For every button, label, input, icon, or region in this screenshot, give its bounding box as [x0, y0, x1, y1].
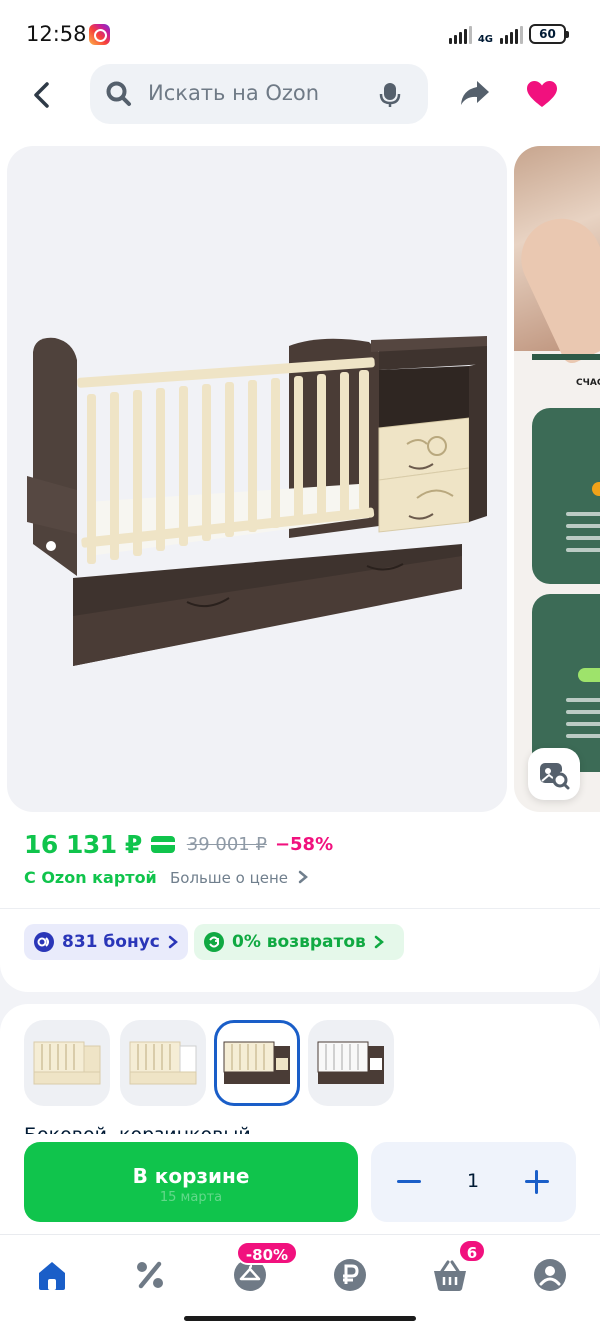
ozon-card-icon [150, 836, 175, 853]
crib-thumbnail [317, 1041, 384, 1084]
variant-thumb-1[interactable] [24, 1020, 110, 1106]
quantity-value: 1 [466, 1170, 480, 1192]
search-icon [106, 81, 131, 106]
ozon-card-label: С Ozon картой [24, 868, 157, 887]
slide-pill [592, 482, 600, 496]
top-bar: Искать на Ozon [0, 64, 600, 136]
price-with-card: 16 131 ₽ [24, 830, 142, 859]
slide-info-card [532, 408, 600, 584]
image-search-icon [540, 763, 570, 790]
slide-divider [532, 354, 600, 360]
crib-thumbnail [223, 1041, 290, 1084]
bonus-chip[interactable]: 831 бонус [24, 924, 188, 960]
chevron-right-icon [168, 935, 178, 949]
instagram-notification-icon [89, 24, 110, 45]
more-about-price-link[interactable]: Больше о цене [170, 869, 309, 887]
nav-finance[interactable] [330, 1255, 370, 1295]
discount-badge: −58% [274, 834, 334, 855]
status-bar: 12:58 4G 60 [0, 0, 600, 64]
nav-profile[interactable] [530, 1255, 570, 1295]
search-input[interactable]: Искать на Ozon [148, 81, 319, 105]
increase-quantity-button[interactable] [521, 1166, 553, 1198]
decrease-quantity-button[interactable] [393, 1166, 425, 1198]
quantity-stepper: 1 [371, 1142, 576, 1222]
nav-promotions[interactable] [130, 1255, 170, 1295]
slide-text-line [566, 722, 600, 726]
percent-icon [137, 1261, 163, 1289]
battery-icon: 60 [529, 24, 569, 44]
status-indicators: 4G 60 [448, 24, 569, 45]
nav-home[interactable] [32, 1255, 72, 1295]
gallery-slide-next[interactable]: СЧАС [514, 146, 600, 812]
crib-product-image [27, 336, 487, 666]
slide-caption: СЧАС [576, 378, 600, 388]
chevron-left-icon [34, 82, 49, 108]
slide-text-line [566, 698, 600, 702]
signal-icon-2 [500, 26, 523, 44]
crib-thumbnail [129, 1041, 197, 1085]
delivery-date: 15 марта [159, 1190, 223, 1205]
bonus-icon [34, 932, 54, 952]
in-cart-label: В корзине [132, 1164, 250, 1188]
returns-chip[interactable]: 0% возвратов [194, 924, 404, 960]
home-indicator[interactable] [184, 1316, 416, 1321]
variant-thumb-3-selected[interactable] [214, 1020, 300, 1106]
gallery-slide-main[interactable] [7, 146, 507, 812]
divider [0, 908, 600, 909]
chevron-right-icon [374, 935, 384, 949]
more-price-label: Больше о цене [170, 869, 289, 887]
ruble-icon [334, 1259, 366, 1291]
slide-text-line [566, 512, 600, 516]
signal-icon [448, 26, 472, 44]
profile-icon [534, 1259, 566, 1291]
price-block: 16 131 ₽ 39 001 ₽ −58% С Ozon картой Бол… [0, 824, 600, 992]
basket-icon [434, 1260, 466, 1291]
image-search-button[interactable] [528, 748, 580, 800]
old-price: 39 001 ₽ [186, 834, 267, 855]
slide-text-line [566, 734, 600, 738]
status-time: 12:58 [26, 22, 87, 46]
slide-info-card-2 [532, 594, 600, 772]
slide-text-line [566, 710, 600, 714]
heart-icon[interactable] [526, 80, 558, 109]
slide-text-line [566, 548, 600, 552]
crib-thumbnail [33, 1041, 101, 1085]
slide-text-line [566, 524, 600, 528]
share-icon[interactable] [458, 78, 492, 108]
price-row[interactable]: 16 131 ₽ 39 001 ₽ −58% [24, 830, 333, 859]
return-icon [204, 932, 224, 952]
returns-label: 0% возвратов [232, 932, 366, 952]
variant-thumb-4[interactable] [308, 1020, 394, 1106]
slide-pill-2 [578, 668, 600, 682]
cart-count-badge: 6 [458, 1239, 486, 1263]
product-gallery[interactable]: СЧАС [0, 136, 600, 824]
chevron-right-icon [298, 870, 308, 884]
back-button[interactable] [28, 78, 58, 112]
discount-badge-nav: -80% [236, 1241, 298, 1265]
variant-thumb-2[interactable] [120, 1020, 206, 1106]
slide-text-line [566, 536, 600, 540]
bonus-label: 831 бонус [62, 932, 160, 952]
search-bar[interactable]: Искать на Ozon [90, 64, 428, 124]
product-title-peek: Боковой, корзинковый [24, 1122, 251, 1134]
home-icon [39, 1262, 65, 1290]
network-type: 4G [477, 34, 493, 45]
microphone-icon[interactable] [378, 81, 402, 109]
in-cart-button[interactable]: В корзине 15 марта [24, 1142, 358, 1222]
